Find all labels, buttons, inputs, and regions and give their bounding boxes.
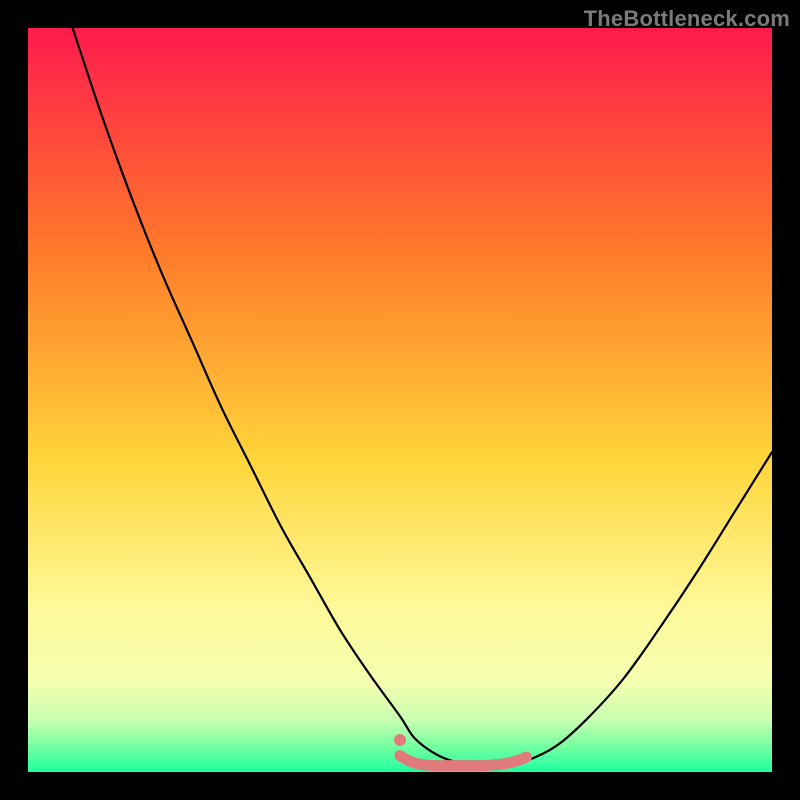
optimal-range-dot — [394, 734, 406, 746]
chart-frame: TheBottleneck.com — [0, 0, 800, 800]
watermark-text: TheBottleneck.com — [584, 6, 790, 32]
chart-svg — [28, 28, 772, 772]
heatmap-background — [28, 28, 772, 772]
plot-area — [28, 28, 772, 772]
